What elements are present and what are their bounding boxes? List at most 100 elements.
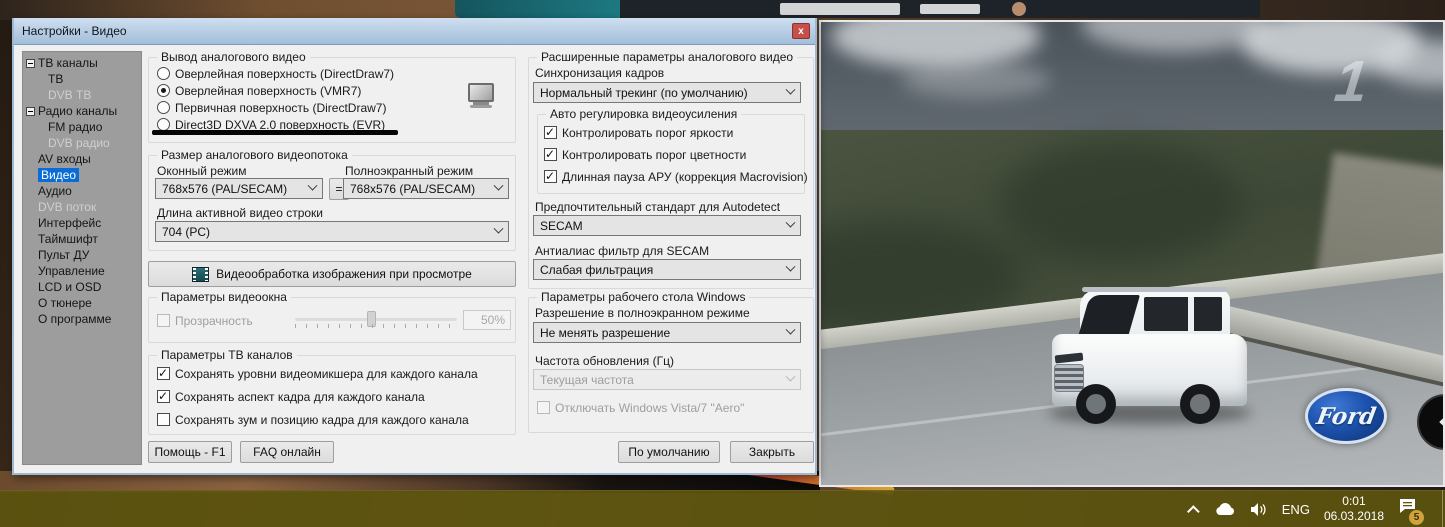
- sidebar-item-tv[interactable]: ТВ: [23, 71, 141, 87]
- autodetect-label: Предпочтительный стандарт для Autodetect: [535, 200, 780, 214]
- select-value: 768x576 (PAL/SECAM): [162, 182, 287, 196]
- checkbox-label: Длинная пауза АРУ (коррекция Macrovision…: [562, 170, 808, 184]
- sidebar-item-remote[interactable]: Пульт ДУ: [23, 247, 141, 263]
- fullscreen-mode-select[interactable]: 768x576 (PAL/SECAM): [343, 178, 509, 199]
- tree-item-label: Интерфейс: [38, 216, 101, 230]
- save-aspect-checkbox[interactable]: Сохранять аспект кадра для каждого канал…: [157, 389, 425, 404]
- collapse-icon[interactable]: [26, 107, 35, 116]
- transparency-value-box: 50%: [463, 310, 511, 330]
- brightness-threshold-checkbox[interactable]: Контролировать порог яркости: [544, 125, 733, 140]
- tree-item-label: AV входы: [38, 152, 91, 166]
- collapse-icon[interactable]: [26, 59, 35, 68]
- sidebar-item-lcd-osd[interactable]: LCD и OSD: [23, 279, 141, 295]
- defaults-button[interactable]: По умолчанию: [618, 441, 720, 463]
- radio-overlay-vmr7[interactable]: Оверлейная поверхность (VMR7): [157, 83, 361, 98]
- checkbox-icon[interactable]: [544, 170, 557, 183]
- sidebar-item-audio[interactable]: Аудио: [23, 183, 141, 199]
- tree-item-label: Пульт ДУ: [38, 248, 89, 262]
- checkbox-icon[interactable]: [157, 390, 170, 403]
- chroma-threshold-checkbox[interactable]: Контролировать порог цветности: [544, 147, 746, 162]
- wallpaper-chat-card: [780, 3, 900, 15]
- show-desktop-strip[interactable]: [1442, 490, 1443, 527]
- close-button[interactable]: x: [792, 23, 810, 39]
- settings-dialog: Настройки - Видео x ТВ каналы ТВ DVB ТВ …: [12, 18, 817, 475]
- tree-item-label: ТВ каналы: [38, 56, 98, 70]
- radio-icon[interactable]: [157, 84, 170, 97]
- checkbox-label: Сохранять уровни видеомикшера для каждог…: [175, 367, 478, 381]
- sidebar-item-tv-channels[interactable]: ТВ каналы: [23, 55, 141, 71]
- cloud-icon[interactable]: [1214, 501, 1236, 517]
- stream-size-group: Размер аналогового видеопотока Оконный р…: [148, 155, 516, 251]
- sidebar-item-timeshift[interactable]: Таймшифт: [23, 231, 141, 247]
- suv-front-wheel: [1076, 384, 1116, 424]
- select-value: SECAM: [540, 219, 583, 233]
- video-preview-window[interactable]: Ford 1: [819, 20, 1445, 487]
- checkbox-icon[interactable]: [157, 413, 170, 426]
- faq-button[interactable]: FAQ онлайн: [240, 441, 334, 463]
- select-value: 768x576 (PAL/SECAM): [350, 182, 475, 196]
- language-indicator[interactable]: ENG: [1282, 502, 1310, 517]
- ford-logo-text: Ford: [1314, 403, 1377, 430]
- autodetect-standard-select[interactable]: SECAM: [533, 215, 801, 236]
- fullscreen-mode-label: Полноэкранный режим: [345, 164, 473, 178]
- clock[interactable]: 0:01 06.03.2018: [1324, 494, 1384, 524]
- sidebar-item-about-tuner[interactable]: О тюнере: [23, 295, 141, 311]
- sidebar-item-av-inputs[interactable]: AV входы: [23, 151, 141, 167]
- sidebar-item-radio-channels[interactable]: Радио каналы: [23, 103, 141, 119]
- select-value: Текущая частота: [540, 373, 634, 387]
- slider-ticks: [295, 324, 457, 328]
- window-mode-select[interactable]: 768x576 (PAL/SECAM): [155, 178, 323, 199]
- sidebar-item-about-program[interactable]: О программе: [23, 311, 141, 327]
- suv-side-windows: [1144, 297, 1222, 331]
- filmstrip-icon: [192, 267, 209, 282]
- group-title: Вывод аналогового видео: [157, 50, 310, 64]
- group-title: Параметры ТВ каналов: [157, 348, 297, 362]
- group-title: Размер аналогового видеопотока: [157, 148, 352, 162]
- suv-roof-rail: [1082, 287, 1228, 292]
- video-processing-label: Видеообработка изображения при просмотре: [216, 267, 472, 281]
- desktop-screen: Ford 1 Настройки - Видео x ТВ каналы ТВ: [0, 0, 1445, 527]
- clock-date: 06.03.2018: [1324, 509, 1384, 524]
- checkbox-label: Контролировать порог яркости: [562, 126, 733, 140]
- save-mixer-levels-checkbox[interactable]: Сохранять уровни видеомикшера для каждог…: [157, 366, 478, 381]
- antialias-filter-select[interactable]: Слабая фильтрация: [533, 259, 801, 280]
- wallpaper-phone-photo: [620, 0, 1260, 18]
- dialog-titlebar[interactable]: Настройки - Видео x: [14, 18, 815, 45]
- chevron-down-icon: [786, 372, 796, 382]
- video-processing-button[interactable]: Видеообработка изображения при просмотре: [148, 261, 516, 287]
- frame-sync-select[interactable]: Нормальный трекинг (по умолчанию): [533, 82, 801, 103]
- sidebar-item-control[interactable]: Управление: [23, 263, 141, 279]
- checkbox-label: Отключать Windows Vista/7 "Aero": [555, 401, 744, 415]
- checkbox-icon[interactable]: [544, 126, 557, 139]
- radio-icon[interactable]: [157, 67, 170, 80]
- fullscreen-resolution-select[interactable]: Не менять разрешение: [533, 322, 801, 343]
- radio-label: Первичная поверхность (DirectDraw7): [175, 101, 386, 115]
- close-dialog-button[interactable]: Закрыть: [730, 441, 814, 463]
- chevron-down-icon: [786, 325, 796, 335]
- line-length-label: Длина активной видео строки: [157, 206, 323, 220]
- checkbox-icon[interactable]: [157, 367, 170, 380]
- action-center-button[interactable]: 5: [1398, 498, 1417, 520]
- sidebar-item-interface[interactable]: Интерфейс: [23, 215, 141, 231]
- save-zoom-checkbox[interactable]: Сохранять зум и позицию кадра для каждог…: [157, 412, 469, 427]
- tree-item-label: ТВ: [48, 72, 63, 86]
- select-value: Слабая фильтрация: [540, 263, 653, 277]
- agc-pause-checkbox[interactable]: Длинная пауза АРУ (коррекция Macrovision…: [544, 169, 808, 184]
- chevron-down-icon: [308, 181, 318, 191]
- radio-overlay-directdraw7[interactable]: Оверлейная поверхность (DirectDraw7): [157, 66, 394, 81]
- line-length-select[interactable]: 704 (PC): [155, 221, 509, 242]
- checkbox-icon: [537, 401, 550, 414]
- sidebar-item-video[interactable]: Видео: [23, 167, 141, 183]
- sidebar-item-fm-radio[interactable]: FM радио: [23, 119, 141, 135]
- radio-primary-directdraw7[interactable]: Первичная поверхность (DirectDraw7): [157, 100, 386, 115]
- select-value: 704 (PC): [162, 225, 210, 239]
- checkbox-icon[interactable]: [544, 148, 557, 161]
- help-button[interactable]: Помощь - F1: [148, 441, 232, 463]
- desktop-params-group: Параметры рабочего стола Windows Разреше…: [528, 297, 814, 433]
- settings-tree: ТВ каналы ТВ DVB ТВ Радио каналы FM ради…: [22, 51, 142, 465]
- chevron-up-icon[interactable]: [1187, 505, 1200, 518]
- checkbox-label: Сохранять аспект кадра для каждого канал…: [175, 390, 425, 404]
- radio-icon[interactable]: [157, 101, 170, 114]
- speaker-icon[interactable]: [1250, 502, 1268, 517]
- chevron-down-icon: [786, 262, 796, 272]
